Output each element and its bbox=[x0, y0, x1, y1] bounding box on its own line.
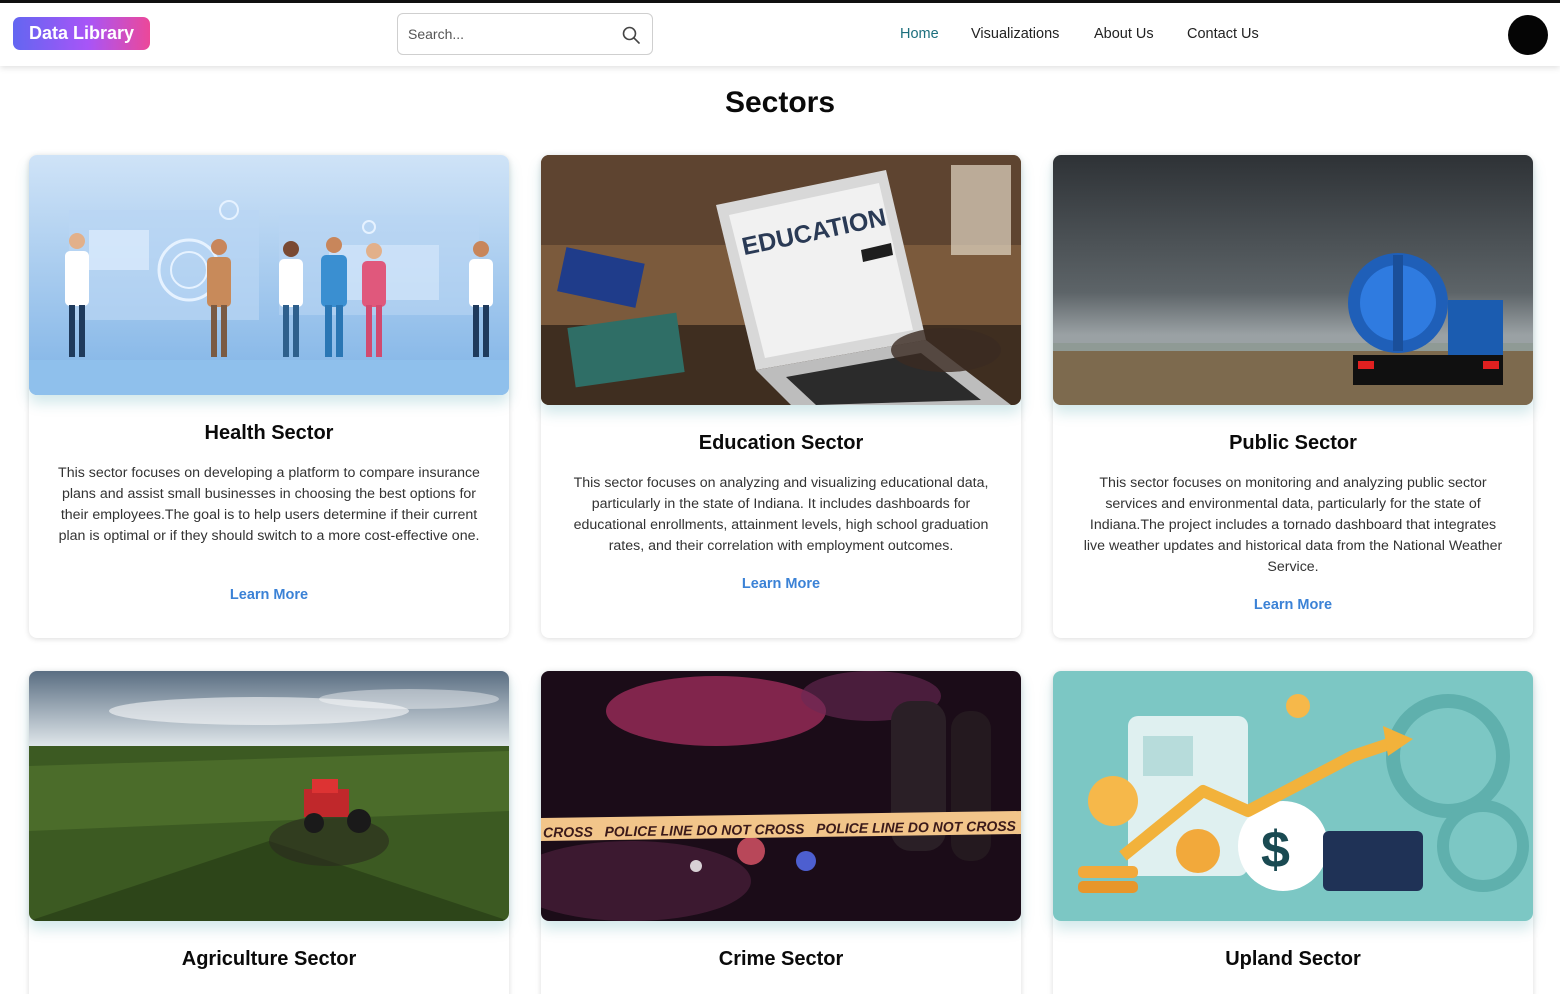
card-description: This sector focuses on analyzing and vis… bbox=[573, 475, 989, 554]
card-public-sector: Public Sector This sector focuses on mon… bbox=[1053, 155, 1533, 638]
learn-more-link[interactable]: Learn More bbox=[1053, 597, 1533, 613]
avatar[interactable] bbox=[1508, 15, 1548, 55]
card-title: Education Sector bbox=[698, 432, 864, 454]
card-upland-sector: $ Upland Sector bbox=[1053, 671, 1533, 994]
agriculture-sector-image bbox=[29, 671, 509, 921]
learn-more-link[interactable]: Learn More bbox=[541, 576, 1021, 592]
learn-more-link[interactable]: Learn More bbox=[29, 587, 509, 603]
logo[interactable]: Data Library bbox=[13, 17, 150, 50]
upland-sector-image: $ bbox=[1053, 671, 1533, 921]
public-sector-image bbox=[1053, 155, 1533, 405]
search-box[interactable] bbox=[397, 13, 653, 55]
nav-contact-us[interactable]: Contact Us bbox=[1187, 26, 1259, 46]
education-sector-image: EDUCATION bbox=[541, 155, 1021, 405]
site-header: Data Library Home Visualizations About U… bbox=[0, 3, 1560, 66]
card-crime-sector: CROSS POLICE LINE DO NOT CROSS POLICE LI… bbox=[541, 671, 1021, 994]
card-title: Health Sector bbox=[204, 422, 334, 444]
crime-sector-image: CROSS POLICE LINE DO NOT CROSS POLICE LI… bbox=[541, 671, 1021, 921]
search-input[interactable] bbox=[408, 14, 608, 54]
search-icon[interactable] bbox=[621, 25, 641, 45]
nav-about-us[interactable]: About Us bbox=[1094, 26, 1154, 46]
card-title: Upland Sector bbox=[1225, 948, 1361, 970]
card-title: Public Sector bbox=[1229, 432, 1357, 454]
nav-visualizations[interactable]: Visualizations bbox=[971, 26, 1059, 46]
card-education-sector: EDUCATION Education Sector This sector f… bbox=[541, 155, 1021, 638]
card-description: This sector focuses on monitoring and an… bbox=[1083, 475, 1503, 575]
card-agriculture-sector: Agriculture Sector bbox=[29, 671, 509, 994]
nav-home[interactable]: Home bbox=[900, 26, 939, 46]
health-sector-image bbox=[29, 155, 509, 395]
svg-text:$: $ bbox=[1261, 821, 1290, 879]
card-health-sector: Health Sector This sector focuses on dev… bbox=[29, 155, 509, 638]
card-title: Crime Sector bbox=[718, 948, 844, 970]
card-description: This sector focuses on developing a plat… bbox=[58, 465, 480, 544]
card-title: Agriculture Sector bbox=[181, 948, 357, 970]
page-title: Sectors bbox=[724, 86, 836, 119]
